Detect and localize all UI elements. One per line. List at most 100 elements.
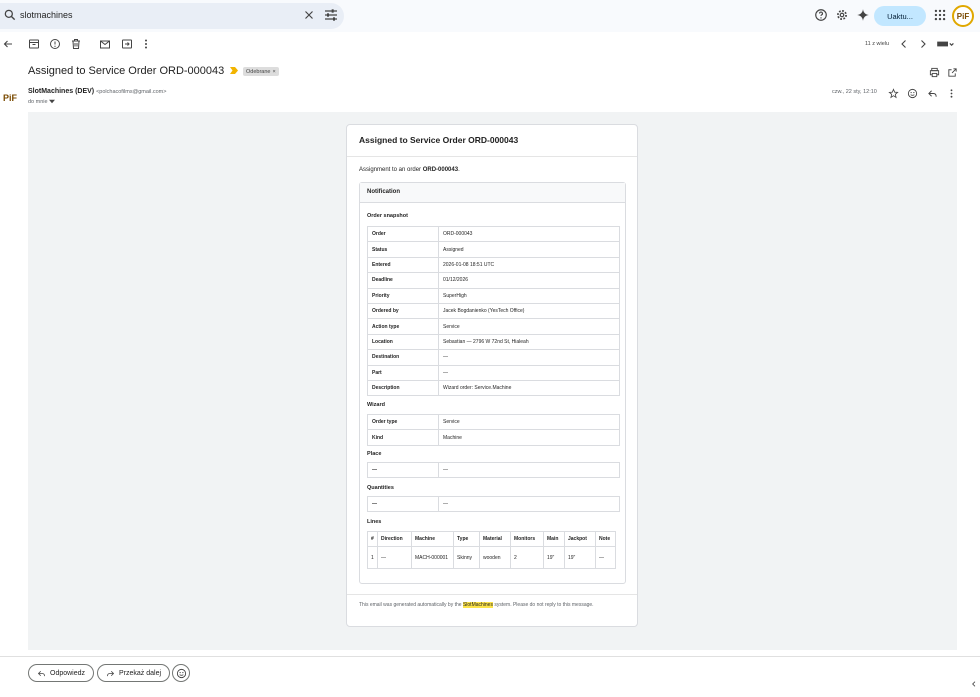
lines-header-cell: Material: [479, 531, 511, 547]
kv-value: ORD-000043: [438, 225, 620, 243]
recipient-line[interactable]: do mnie: [28, 99, 56, 105]
remove-label-icon[interactable]: ×: [272, 69, 275, 75]
kv-key: Priority: [367, 287, 439, 304]
search-bar[interactable]: slotmachines: [0, 3, 344, 29]
star-icon[interactable]: [888, 88, 899, 99]
help-icon[interactable]: [814, 8, 828, 22]
order-snapshot-title: Order snapshot: [367, 213, 408, 219]
lines-cell: 2: [510, 546, 544, 569]
notification-box: Notification Order snapshot Order ORD-000…: [359, 182, 626, 584]
lines-header-cell: Note: [595, 531, 616, 547]
assignment-intro: Assignment to an order ORD-000043.: [359, 167, 460, 173]
kv-row: Status Assigned: [367, 241, 620, 258]
gemini-sparkle-icon[interactable]: [856, 8, 870, 22]
account-avatar[interactable]: PiF: [952, 5, 974, 27]
emoji-button[interactable]: [172, 664, 190, 682]
collapse-side-panel-icon[interactable]: [970, 680, 978, 688]
open-new-window-icon[interactable]: [947, 67, 958, 78]
lines-table: # Direction Machine Type Material Monitors Mai…: [367, 531, 616, 569]
forward-button-label: Przekaż dalej: [119, 669, 162, 677]
kv-key: Status: [367, 241, 439, 258]
print-icon[interactable]: [929, 67, 940, 78]
inbox-label-text: Odebrane: [246, 68, 271, 75]
email-card: Assigned to Service Order ORD-000043 Ass…: [346, 124, 638, 627]
order-snapshot-table: Order ORD-000043 Status Assigned Entered 2026…: [367, 225, 620, 397]
clear-search-icon[interactable]: [302, 8, 316, 22]
delete-icon[interactable]: [70, 38, 82, 50]
kv-value: Sebastian — 2796 W 72nd St, Hialeah: [438, 333, 620, 351]
kv-value: Assigned: [438, 241, 620, 258]
pager-text: 11 z wielu: [865, 41, 890, 47]
details-caret-icon[interactable]: [49, 99, 56, 104]
sender-name: SlotMachines (DEV): [28, 88, 95, 95]
reply-arrow-icon: [37, 669, 46, 678]
bottom-divider: [0, 656, 980, 657]
report-spam-icon[interactable]: [49, 38, 61, 50]
important-marker-icon[interactable]: [230, 67, 238, 74]
search-input[interactable]: slotmachines: [20, 10, 73, 20]
kv-value: Service: [438, 413, 620, 431]
apps-grid-icon[interactable]: [933, 8, 947, 22]
sender-avatar: PiF: [2, 93, 17, 103]
forward-arrow-icon: [106, 669, 115, 678]
lines-cell: wooden: [479, 546, 511, 569]
kv-value: SuperHigh: [438, 287, 620, 304]
chevron-right-icon[interactable]: [917, 38, 929, 50]
archive-icon[interactable]: [28, 38, 40, 50]
kv-row: Part —: [367, 364, 620, 381]
kv-row: — —: [367, 495, 620, 513]
notification-header: Notification: [360, 183, 625, 203]
keyboard-icon[interactable]: [936, 38, 954, 50]
upgrade-button[interactable]: Uaktu...: [874, 6, 926, 26]
reply-button-label: Odpowiedz: [50, 669, 86, 677]
lines-cell: —: [595, 546, 616, 569]
kv-key: Entered: [367, 256, 439, 274]
email-subject: Assigned to Service Order ORD-000043: [28, 65, 225, 77]
search-options-icon[interactable]: [323, 8, 339, 22]
lines-header-cell: Type: [453, 531, 480, 547]
kv-row: Priority SuperHigh: [367, 287, 620, 304]
lines-header-cell: Machine: [411, 531, 454, 547]
kv-key: Action type: [367, 318, 439, 335]
message-date: czw., 22 sty, 12:10: [832, 89, 877, 95]
kv-row: Order ORD-000043: [367, 225, 620, 243]
kv-row: Order type Service: [367, 413, 620, 431]
lines-cell: Skinny: [453, 546, 480, 569]
lines-header-cell: Jackpot: [564, 531, 596, 547]
email-footer: This email was generated automatically b…: [359, 601, 627, 610]
lines-cell: MACH-000001: [411, 546, 454, 569]
kv-value: Machine: [438, 429, 620, 446]
footer-text-start: This email was generated automatically b…: [359, 602, 463, 608]
move-to-icon[interactable]: [121, 38, 133, 50]
lines-header-cell: #: [367, 531, 378, 547]
divider: [347, 156, 637, 157]
back-arrow-icon[interactable]: [2, 38, 14, 50]
intro-text: Assignment to an order: [359, 167, 423, 173]
more-vert-icon[interactable]: [140, 38, 152, 50]
quantities-title: Quantities: [367, 485, 394, 491]
lines-cell: 1: [367, 546, 378, 569]
search-icon[interactable]: [3, 8, 17, 22]
footer-divider: [347, 594, 637, 595]
more-options-icon[interactable]: [946, 88, 957, 99]
kv-key: Location: [367, 333, 439, 351]
settings-icon[interactable]: [835, 8, 849, 22]
emoji-reaction-icon[interactable]: [907, 88, 918, 99]
emoji-icon: [176, 668, 187, 679]
reply-button[interactable]: Odpowiedz: [28, 664, 95, 682]
inbox-label-chip[interactable]: Odebrane ×: [243, 67, 279, 76]
kv-row: Action type Service: [367, 318, 620, 335]
forward-button[interactable]: Przekaż dalej: [97, 664, 171, 682]
recipient-text: do mnie: [28, 99, 48, 105]
chevron-left-icon[interactable]: [898, 38, 910, 50]
table-row: 1— MACH-000001 Skinny wooden 2 19" 19" —: [367, 546, 616, 569]
footer-highlight: SlotMachines: [462, 602, 493, 608]
mark-unread-icon[interactable]: [99, 38, 111, 50]
kv-key: Destination: [367, 349, 439, 366]
lines-cell: 19": [543, 546, 565, 569]
message-toolbar: 11 z wielu: [0, 32, 980, 56]
reply-icon[interactable]: [927, 88, 938, 99]
kv-row: Entered 2026-01-08 18:51 UTC: [367, 256, 620, 274]
lines-cell: —: [377, 546, 412, 569]
kv-key: Ordered by: [367, 302, 439, 320]
